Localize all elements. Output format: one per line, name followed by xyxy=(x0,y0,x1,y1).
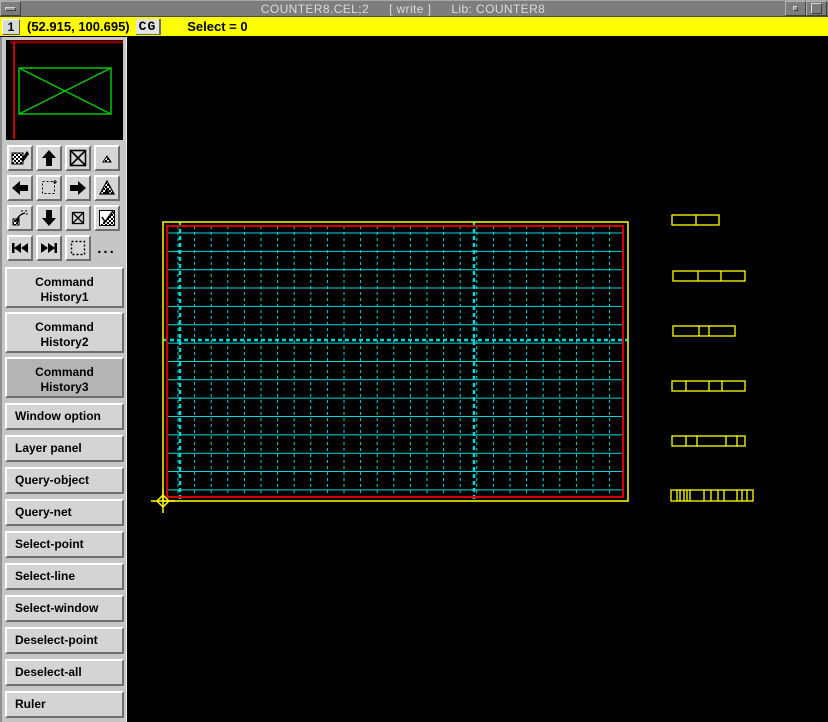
shrink-view-icon xyxy=(10,208,30,228)
application-window: COUNTER8.CEL;2 [ write ] Lib: COUNTER8 1 (… xyxy=(0,0,828,722)
fit-view-small-button[interactable] xyxy=(65,205,91,231)
deselect-all-button[interactable]: Deselect-all xyxy=(5,659,124,686)
pan-right-button[interactable] xyxy=(65,175,91,201)
query-object-button[interactable]: Query-object xyxy=(5,467,124,494)
select-box-icon xyxy=(68,238,88,258)
pan-up-button[interactable] xyxy=(36,145,62,171)
deselect-point-button[interactable]: Deselect-point xyxy=(5,627,124,654)
zoom-in-button[interactable] xyxy=(94,175,120,201)
window-option-button[interactable]: Window option xyxy=(5,403,124,430)
select-line-button[interactable]: Select-line xyxy=(5,563,124,590)
overview-cell-box xyxy=(19,68,111,114)
ruler-button[interactable]: Ruler xyxy=(5,691,124,718)
select-window-button[interactable]: Select-window xyxy=(5,595,124,622)
zoom-out-small-button[interactable] xyxy=(94,145,120,171)
first-view-icon xyxy=(10,238,30,258)
zoom-in-icon xyxy=(97,178,117,198)
query-net-button[interactable]: Query-net xyxy=(5,499,124,526)
icon-toolbar: ... xyxy=(5,143,126,263)
command-history2-button[interactable]: CommandHistory2 xyxy=(5,312,124,353)
window-number-badge: 1 xyxy=(2,19,20,35)
arrow-up-icon xyxy=(39,148,59,168)
window-menu-button[interactable] xyxy=(0,1,21,16)
zoom-area-button[interactable] xyxy=(36,175,62,201)
corner-fill-button[interactable] xyxy=(94,205,120,231)
pan-down-button[interactable] xyxy=(36,205,62,231)
overview-panel[interactable] xyxy=(6,40,123,140)
select-count: Select = 0 xyxy=(187,19,247,34)
command-history1-button[interactable]: CommandHistory1 xyxy=(5,267,124,308)
layout-drawing xyxy=(127,37,828,722)
arrow-right-icon xyxy=(68,178,88,198)
layout-canvas[interactable] xyxy=(127,37,828,722)
maximize-icon xyxy=(811,3,822,14)
last-view-button[interactable] xyxy=(36,235,62,261)
cursor-coordinates: (52.915, 100.695) xyxy=(27,19,130,34)
first-view-button[interactable] xyxy=(7,235,33,261)
last-view-icon xyxy=(39,238,59,258)
overview-graphic xyxy=(6,40,123,140)
write-mode: [ write ] xyxy=(389,2,431,16)
arrow-down-icon xyxy=(39,208,59,228)
select-box-button[interactable] xyxy=(65,235,91,261)
minimize-icon xyxy=(793,6,798,11)
cell-title: COUNTER8.CEL;2 xyxy=(261,2,369,16)
status-bar: 1 (52.915, 100.695) CG Select = 0 xyxy=(0,17,828,37)
layer-panel-button[interactable]: Layer panel xyxy=(5,435,124,462)
command-history3-button[interactable]: CommandHistory3 xyxy=(5,357,124,398)
main-body: ... CommandHistory1 CommandHistory2 Comm… xyxy=(0,37,828,722)
window-menu-icon xyxy=(5,7,16,11)
more-options-button[interactable]: ... xyxy=(97,240,116,257)
zoom-out-small-icon xyxy=(97,148,117,168)
arrow-left-icon xyxy=(10,178,30,198)
fit-view-button[interactable] xyxy=(65,145,91,171)
corner-fill-icon xyxy=(97,208,117,228)
fit-view-icon xyxy=(68,148,88,168)
fit-view-small-icon xyxy=(68,208,88,228)
minimize-button[interactable] xyxy=(785,1,806,16)
zoom-area-icon xyxy=(39,178,59,198)
library-name: Lib: COUNTER8 xyxy=(451,2,545,16)
select-point-button[interactable]: Select-point xyxy=(5,531,124,558)
pan-left-button[interactable] xyxy=(7,175,33,201)
maximize-button[interactable] xyxy=(806,1,827,16)
sidebar: ... CommandHistory1 CommandHistory2 Comm… xyxy=(0,37,127,722)
redraw-edit-icon xyxy=(10,148,30,168)
window-title: COUNTER8.CEL;2 [ write ] Lib: COUNTER8 xyxy=(21,2,785,16)
cg-toggle[interactable]: CG xyxy=(136,19,162,35)
redraw-edit-button[interactable] xyxy=(7,145,33,171)
shrink-view-button[interactable] xyxy=(7,205,33,231)
title-bar: COUNTER8.CEL;2 [ write ] Lib: COUNTER8 xyxy=(0,0,828,17)
